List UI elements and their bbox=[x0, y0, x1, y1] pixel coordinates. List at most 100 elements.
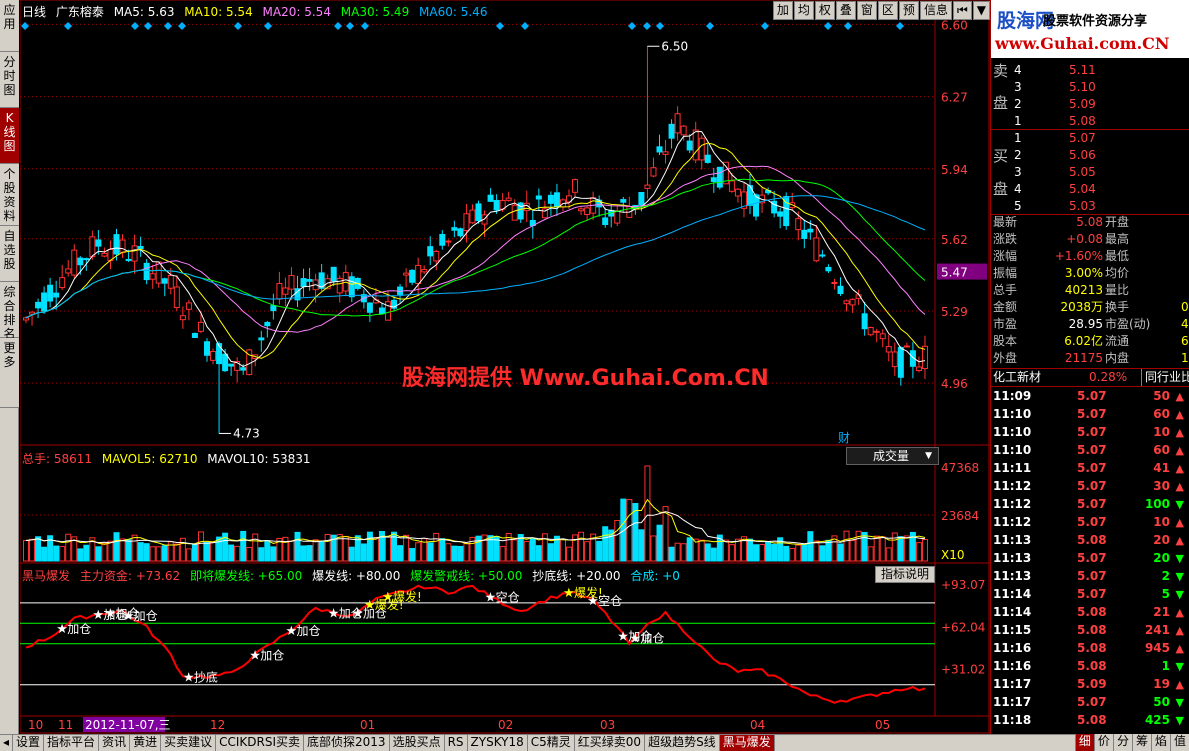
quote-label: 外盘 bbox=[993, 351, 1018, 365]
volume-bar bbox=[282, 536, 289, 562]
left-tab-1[interactable]: 分时图 bbox=[0, 52, 19, 108]
toolbar-button-5[interactable]: 区 bbox=[877, 1, 898, 20]
left-tab-5[interactable]: 综合排名 bbox=[0, 282, 19, 341]
order-price[interactable]: 5.10 bbox=[1069, 79, 1096, 96]
toolbar-button-1[interactable]: 均 bbox=[793, 1, 814, 20]
arrow-up-icon: ▲ bbox=[1175, 390, 1184, 403]
toolbar-button-0[interactable]: 加 bbox=[772, 1, 793, 20]
buy-order-row: 2 5.06 bbox=[991, 147, 1189, 164]
event-diamond-icon[interactable] bbox=[521, 22, 529, 30]
quote-row: 振幅 3.00% 均价 bbox=[991, 265, 1189, 282]
candle-body bbox=[716, 166, 723, 188]
event-diamond-icon[interactable] bbox=[761, 22, 769, 30]
toolbar-button-6[interactable]: 预 bbox=[898, 1, 919, 20]
event-diamond-icon[interactable] bbox=[706, 22, 714, 30]
detail-tab-1[interactable]: 价 bbox=[1093, 734, 1113, 751]
detail-tab-3[interactable]: 筹 bbox=[1131, 734, 1151, 751]
event-diamond-icon[interactable] bbox=[131, 22, 139, 30]
indicator-tab-0[interactable]: 设置 bbox=[13, 735, 45, 751]
event-diamond-icon[interactable] bbox=[64, 22, 72, 30]
left-tab-6[interactable]: 更多 bbox=[0, 338, 19, 408]
volume-indicator-select[interactable]: 成交量 ▼ bbox=[846, 447, 939, 465]
candle-body bbox=[656, 146, 663, 153]
sector-compare-button[interactable]: 同行业比 bbox=[1141, 369, 1189, 386]
event-diamond-icon[interactable] bbox=[656, 22, 664, 30]
detail-tab-4[interactable]: 焰 bbox=[1150, 734, 1170, 751]
event-diamond-icon[interactable] bbox=[144, 22, 152, 30]
volume-bar bbox=[855, 530, 862, 562]
volume-bar bbox=[59, 546, 66, 562]
detail-tab-2[interactable]: 分 bbox=[1112, 734, 1132, 751]
toolbar-button-2[interactable]: 权 bbox=[814, 1, 835, 20]
event-diamond-icon[interactable] bbox=[21, 22, 29, 30]
event-diamond-icon[interactable] bbox=[844, 22, 852, 30]
trade-row: 11:10 5.07 60 ▲ bbox=[991, 406, 1189, 423]
event-diamond-icon[interactable] bbox=[234, 22, 242, 30]
buy-order-row: 5 5.03 bbox=[991, 198, 1189, 215]
quote-row: 总手 40213 量比 bbox=[991, 282, 1189, 299]
ma-line-ma20 bbox=[25, 165, 926, 333]
toolbar-button-4[interactable]: 窗 bbox=[856, 1, 877, 20]
scroll-left-icon[interactable]: ◂ bbox=[0, 735, 14, 751]
indicator-tab-8[interactable]: RS bbox=[445, 735, 468, 751]
trade-price: 5.08 bbox=[1077, 713, 1107, 727]
volume-bar bbox=[439, 538, 446, 562]
event-diamond-icon[interactable] bbox=[896, 22, 904, 30]
indicator-tab-12[interactable]: 超级趋势S线 bbox=[645, 735, 720, 751]
event-diamond-icon[interactable] bbox=[361, 22, 369, 30]
trade-row: 11:16 5.08 1 ▼ bbox=[991, 658, 1189, 675]
order-price[interactable]: 5.06 bbox=[1069, 147, 1096, 164]
event-diamond-icon[interactable] bbox=[164, 22, 172, 30]
detail-tab-5[interactable]: 值 bbox=[1169, 734, 1189, 751]
order-price[interactable]: 5.07 bbox=[1069, 130, 1096, 147]
ma-line-ma5 bbox=[25, 131, 926, 367]
event-diamond-icon[interactable] bbox=[628, 22, 636, 30]
indicator-help-button[interactable]: 指标说明 bbox=[875, 566, 935, 583]
indicator-tab-1[interactable]: 指标平台 bbox=[44, 735, 100, 751]
indicator-tab-4[interactable]: 买卖建议 bbox=[161, 735, 217, 751]
order-price[interactable]: 5.05 bbox=[1069, 164, 1096, 181]
candle-body bbox=[831, 281, 838, 284]
order-price[interactable]: 5.08 bbox=[1069, 113, 1096, 130]
event-diamond-icon[interactable] bbox=[643, 22, 651, 30]
indicator-tab-10[interactable]: C5精灵 bbox=[528, 735, 575, 751]
order-price[interactable]: 5.09 bbox=[1069, 96, 1096, 113]
order-price[interactable]: 5.04 bbox=[1069, 181, 1096, 198]
candle-body bbox=[867, 327, 874, 336]
detail-tab-0[interactable]: 细 bbox=[1074, 734, 1094, 751]
candle-body bbox=[873, 330, 880, 333]
left-tab-0[interactable]: 应用 bbox=[0, 0, 19, 52]
indicator-tab-9[interactable]: ZYSKY18 bbox=[468, 735, 528, 751]
indicator-tab-2[interactable]: 资讯 bbox=[99, 735, 131, 751]
indicator-tab-3[interactable]: 黄进 bbox=[130, 735, 162, 751]
volume-bar bbox=[698, 539, 705, 562]
trade-time: 11:12 bbox=[993, 479, 1032, 493]
indicator-tab-7[interactable]: 选股买点 bbox=[390, 735, 445, 751]
event-diamond-icon[interactable] bbox=[334, 22, 342, 30]
left-tab-2[interactable]: K线图 bbox=[0, 108, 19, 164]
toolbar-button-3[interactable]: 叠 bbox=[835, 1, 856, 20]
volume-bar bbox=[861, 531, 868, 562]
event-diamond-icon[interactable] bbox=[824, 22, 832, 30]
left-tab-4[interactable]: 自选股 bbox=[0, 226, 19, 282]
finance-marker[interactable]: 财 bbox=[838, 431, 850, 445]
left-tab-3[interactable]: 个股资料 bbox=[0, 164, 19, 226]
toolbar-button-8[interactable]: ⏮ bbox=[952, 1, 972, 20]
volume-bar bbox=[65, 533, 72, 562]
kline-chart-area[interactable]: 6.60 6.27 5.94 5.62 5.47 5.29 4.96 6.50 4.73 财 473… bbox=[20, 0, 990, 734]
order-price[interactable]: 5.11 bbox=[1069, 62, 1096, 79]
indicator-tab-13[interactable]: 黑马爆发 bbox=[719, 735, 775, 751]
volume-bar bbox=[113, 532, 120, 562]
toolbar-button-7[interactable]: 信息 bbox=[919, 1, 952, 20]
order-price[interactable]: 5.03 bbox=[1069, 198, 1096, 215]
event-diamond-icon[interactable] bbox=[264, 22, 272, 30]
indicator-tab-11[interactable]: 红买绿卖00 bbox=[575, 735, 646, 751]
toolbar-button-9[interactable]: ▼ bbox=[972, 1, 990, 20]
indicator-tab-5[interactable]: CCIKDRSI买卖 bbox=[216, 735, 305, 751]
event-diamond-icon[interactable] bbox=[178, 22, 186, 30]
candle-body bbox=[403, 272, 410, 276]
event-diamond-icon[interactable] bbox=[346, 22, 354, 30]
indicator-combo: 合成: +0 bbox=[630, 569, 680, 583]
indicator-tab-6[interactable]: 底部侦探2013 bbox=[304, 735, 390, 751]
event-diamond-icon[interactable] bbox=[496, 22, 504, 30]
